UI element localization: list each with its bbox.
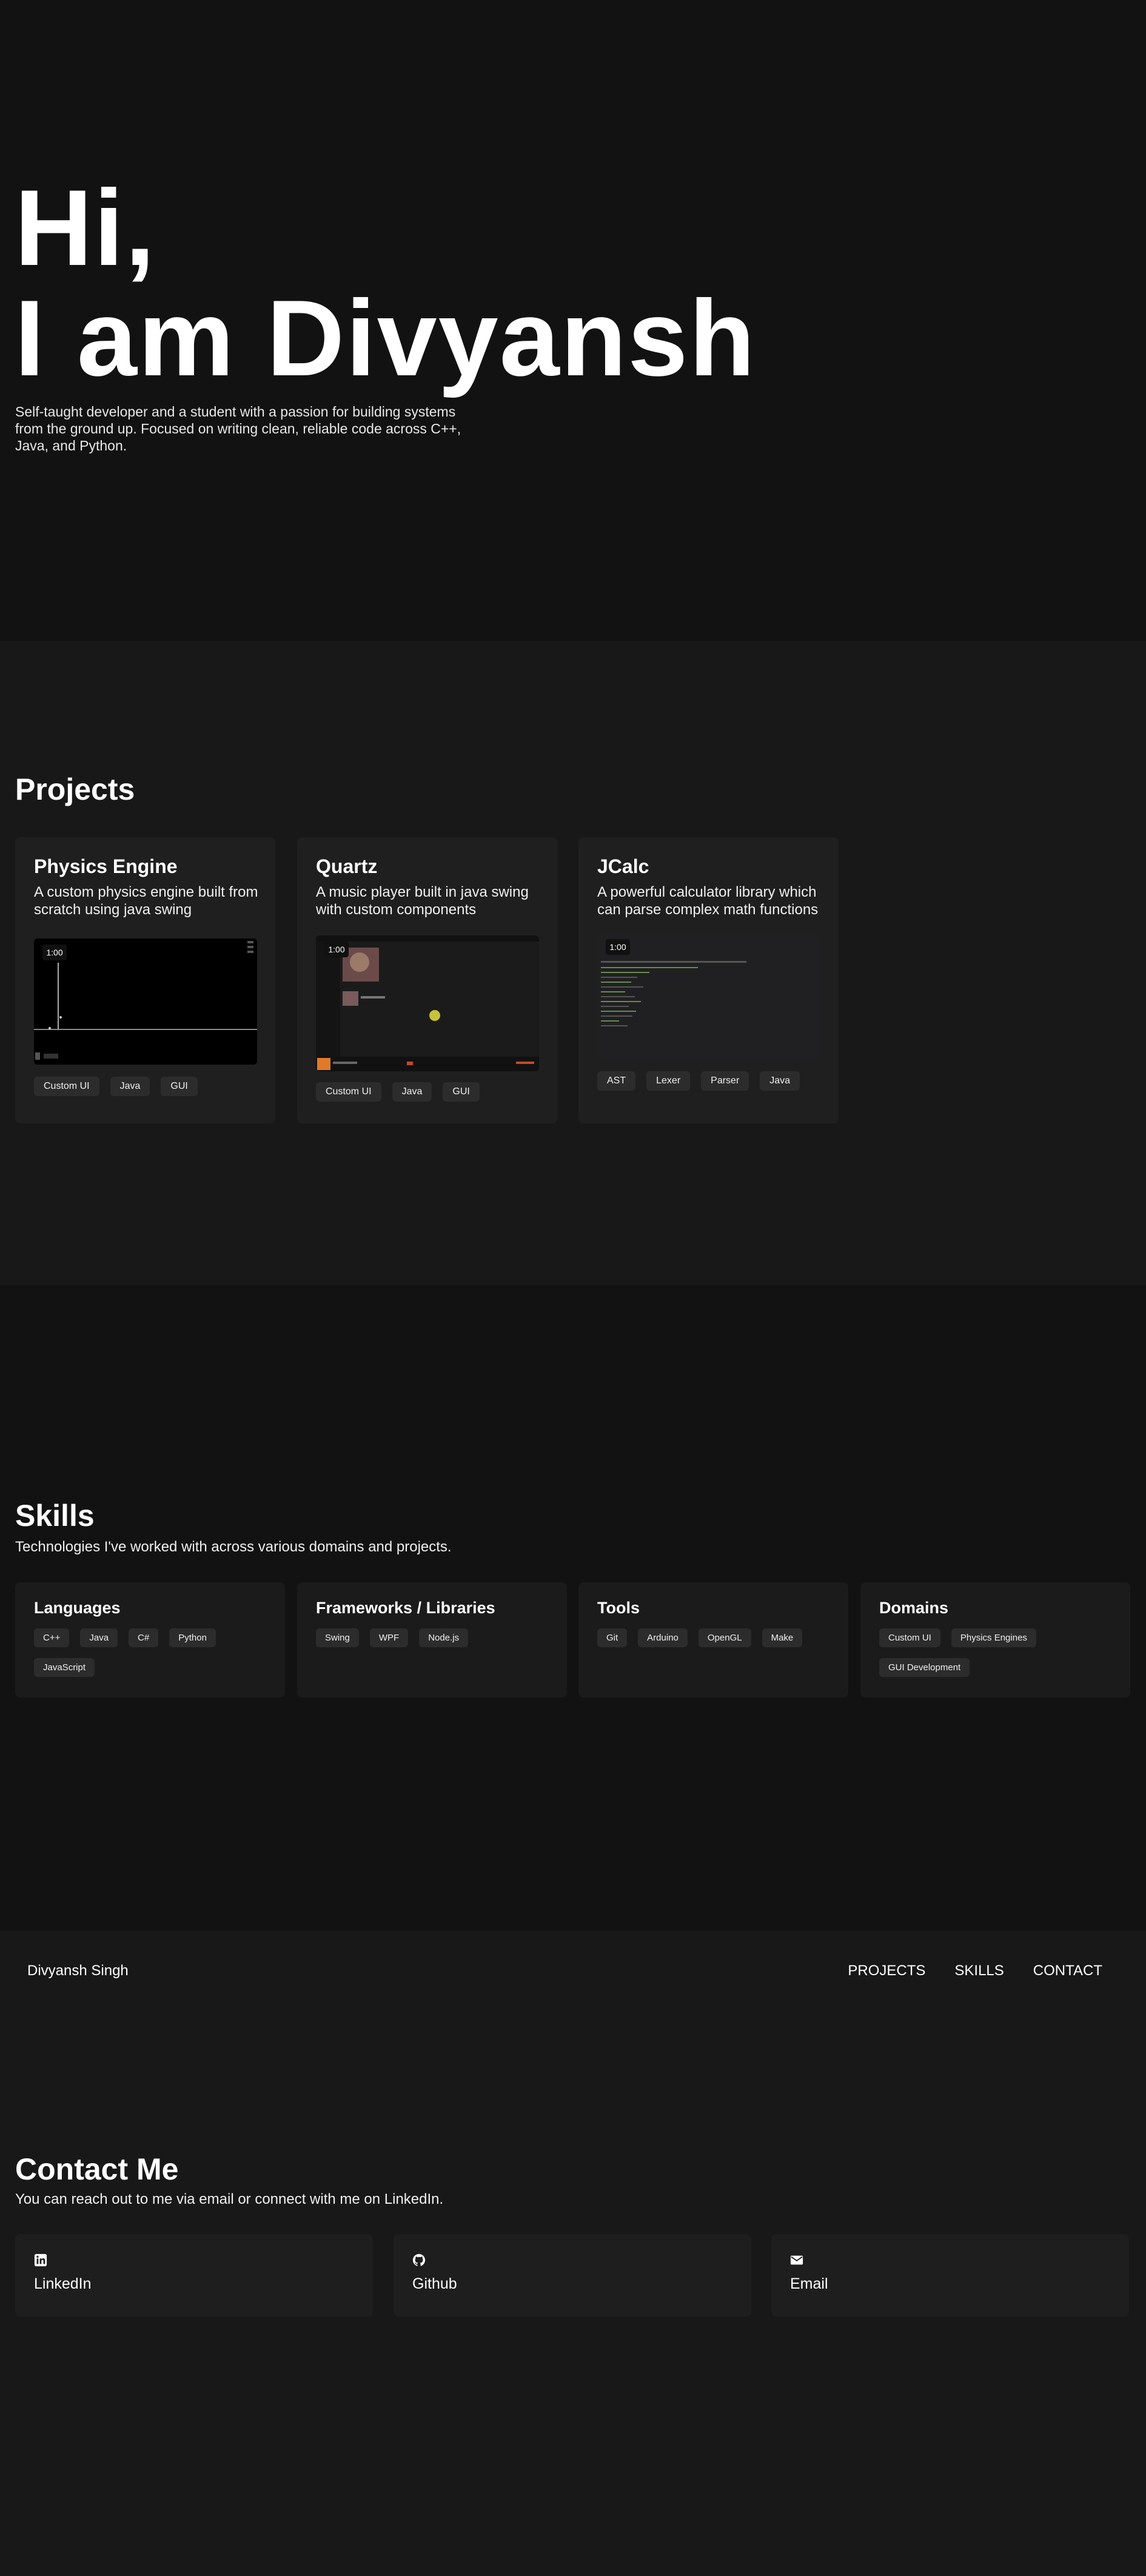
nav-links: PROJECTS SKILLS CONTACT xyxy=(848,1962,1102,1979)
tag: Java xyxy=(110,1077,150,1096)
tag: Custom UI xyxy=(879,1628,940,1647)
jcalc-screenshot xyxy=(597,933,820,1059)
tag: GUI xyxy=(161,1077,198,1096)
skills-subtitle: Technologies I've worked with across var… xyxy=(15,1539,452,1555)
tag: GUI xyxy=(443,1082,480,1102)
skill-card-frameworks: Frameworks / Libraries Swing WPF Node.js xyxy=(297,1582,567,1698)
quartz-screenshot xyxy=(316,935,539,1071)
project-card-quartz[interactable]: Quartz A music player built in java swin… xyxy=(297,837,557,1123)
tag: C# xyxy=(129,1628,159,1647)
skill-group-title: Languages xyxy=(34,1599,121,1617)
contact-title: Contact Me xyxy=(15,2152,179,2186)
tag: Parser xyxy=(701,1071,749,1091)
project-card-physics-engine[interactable]: Physics Engine A custom physics engine b… xyxy=(15,837,275,1123)
contact-label: LinkedIn xyxy=(34,2275,92,2292)
skill-group-title: Frameworks / Libraries xyxy=(316,1599,495,1617)
nav-link-skills[interactable]: SKILLS xyxy=(954,1962,1004,1979)
tag: JavaScript xyxy=(34,1658,95,1677)
tag: Git xyxy=(597,1628,628,1647)
hero-name: I am Divyansh xyxy=(15,278,757,398)
tag: Java xyxy=(760,1071,800,1091)
project-description: A powerful calculator library which can … xyxy=(597,884,819,918)
project-tags: Custom UI Java GUI xyxy=(316,1082,480,1102)
tag: Make xyxy=(762,1628,803,1647)
skill-tags: Git Arduino OpenGL Make xyxy=(597,1628,834,1647)
linkedin-icon xyxy=(34,2253,47,2267)
project-tags: AST Lexer Parser Java xyxy=(597,1071,800,1091)
skill-card-languages: Languages C++ Java C# Python JavaScript xyxy=(15,1582,285,1698)
nav-link-contact[interactable]: CONTACT xyxy=(1033,1962,1102,1979)
tag: AST xyxy=(597,1071,636,1091)
skill-tags: Swing WPF Node.js xyxy=(316,1628,552,1647)
project-title: Physics Engine xyxy=(34,855,178,877)
project-title: JCalc xyxy=(597,855,649,877)
skill-group-title: Domains xyxy=(879,1599,949,1617)
tag: Node.js xyxy=(419,1628,469,1647)
site-owner-name[interactable]: Divyansh Singh xyxy=(27,1962,129,1979)
tag: Arduino xyxy=(638,1628,688,1647)
video-time: 1:00 xyxy=(42,945,67,960)
tag: OpenGL xyxy=(698,1628,751,1647)
tag: Python xyxy=(169,1628,216,1647)
github-icon xyxy=(412,2253,426,2266)
skill-card-tools: Tools Git Arduino OpenGL Make xyxy=(578,1582,848,1698)
tag: GUI Development xyxy=(879,1658,970,1677)
tag: Custom UI xyxy=(34,1077,99,1096)
skill-card-domains: Domains Custom UI Physics Engines GUI De… xyxy=(860,1582,1130,1698)
contact-label: Email xyxy=(790,2275,828,2292)
tag: Custom UI xyxy=(316,1082,381,1102)
tag: Java xyxy=(392,1082,432,1102)
skill-tags: C++ Java C# Python JavaScript xyxy=(34,1628,270,1677)
project-tags: Custom UI Java GUI xyxy=(34,1077,198,1096)
project-video-preview[interactable]: 1:00 xyxy=(34,938,257,1065)
project-video-preview[interactable]: 1:00 xyxy=(316,935,539,1071)
contact-card-github[interactable]: Github xyxy=(394,2234,751,2317)
video-time: 1:00 xyxy=(324,942,349,957)
hero-greeting: Hi, xyxy=(15,167,156,288)
video-time: 1:00 xyxy=(606,939,630,955)
contact-card-linkedin[interactable]: LinkedIn xyxy=(15,2234,373,2317)
tag: C++ xyxy=(34,1628,70,1647)
project-description: A custom physics engine built from scrat… xyxy=(34,884,258,918)
hero-heading: Hi, I am Divyansh xyxy=(15,173,756,393)
envelope-icon xyxy=(790,2255,803,2265)
physics-engine-screenshot xyxy=(34,938,257,1065)
tag: Swing xyxy=(316,1628,359,1647)
tag: Lexer xyxy=(646,1071,691,1091)
contact-subtitle: You can reach out to me via email or con… xyxy=(15,2191,444,2207)
tag: Java xyxy=(80,1628,118,1647)
projects-title: Projects xyxy=(15,772,135,806)
project-video-preview[interactable]: 1:00 xyxy=(597,933,820,1059)
skills-title: Skills xyxy=(15,1499,95,1533)
contact-label: Github xyxy=(412,2275,457,2292)
project-description: A music player built in java swing with … xyxy=(316,884,529,918)
nav-link-projects[interactable]: PROJECTS xyxy=(848,1962,925,1979)
project-card-jcalc[interactable]: JCalc A powerful calculator library whic… xyxy=(578,837,839,1123)
hero-description: Self-taught developer and a student with… xyxy=(15,404,461,453)
contact-card-email[interactable]: Email xyxy=(771,2234,1129,2317)
tag: Physics Engines xyxy=(951,1628,1036,1647)
tag: WPF xyxy=(369,1628,409,1647)
skill-tags: Custom UI Physics Engines GUI Developmen… xyxy=(879,1628,1116,1677)
project-title: Quartz xyxy=(316,855,378,877)
skill-group-title: Tools xyxy=(597,1599,640,1617)
